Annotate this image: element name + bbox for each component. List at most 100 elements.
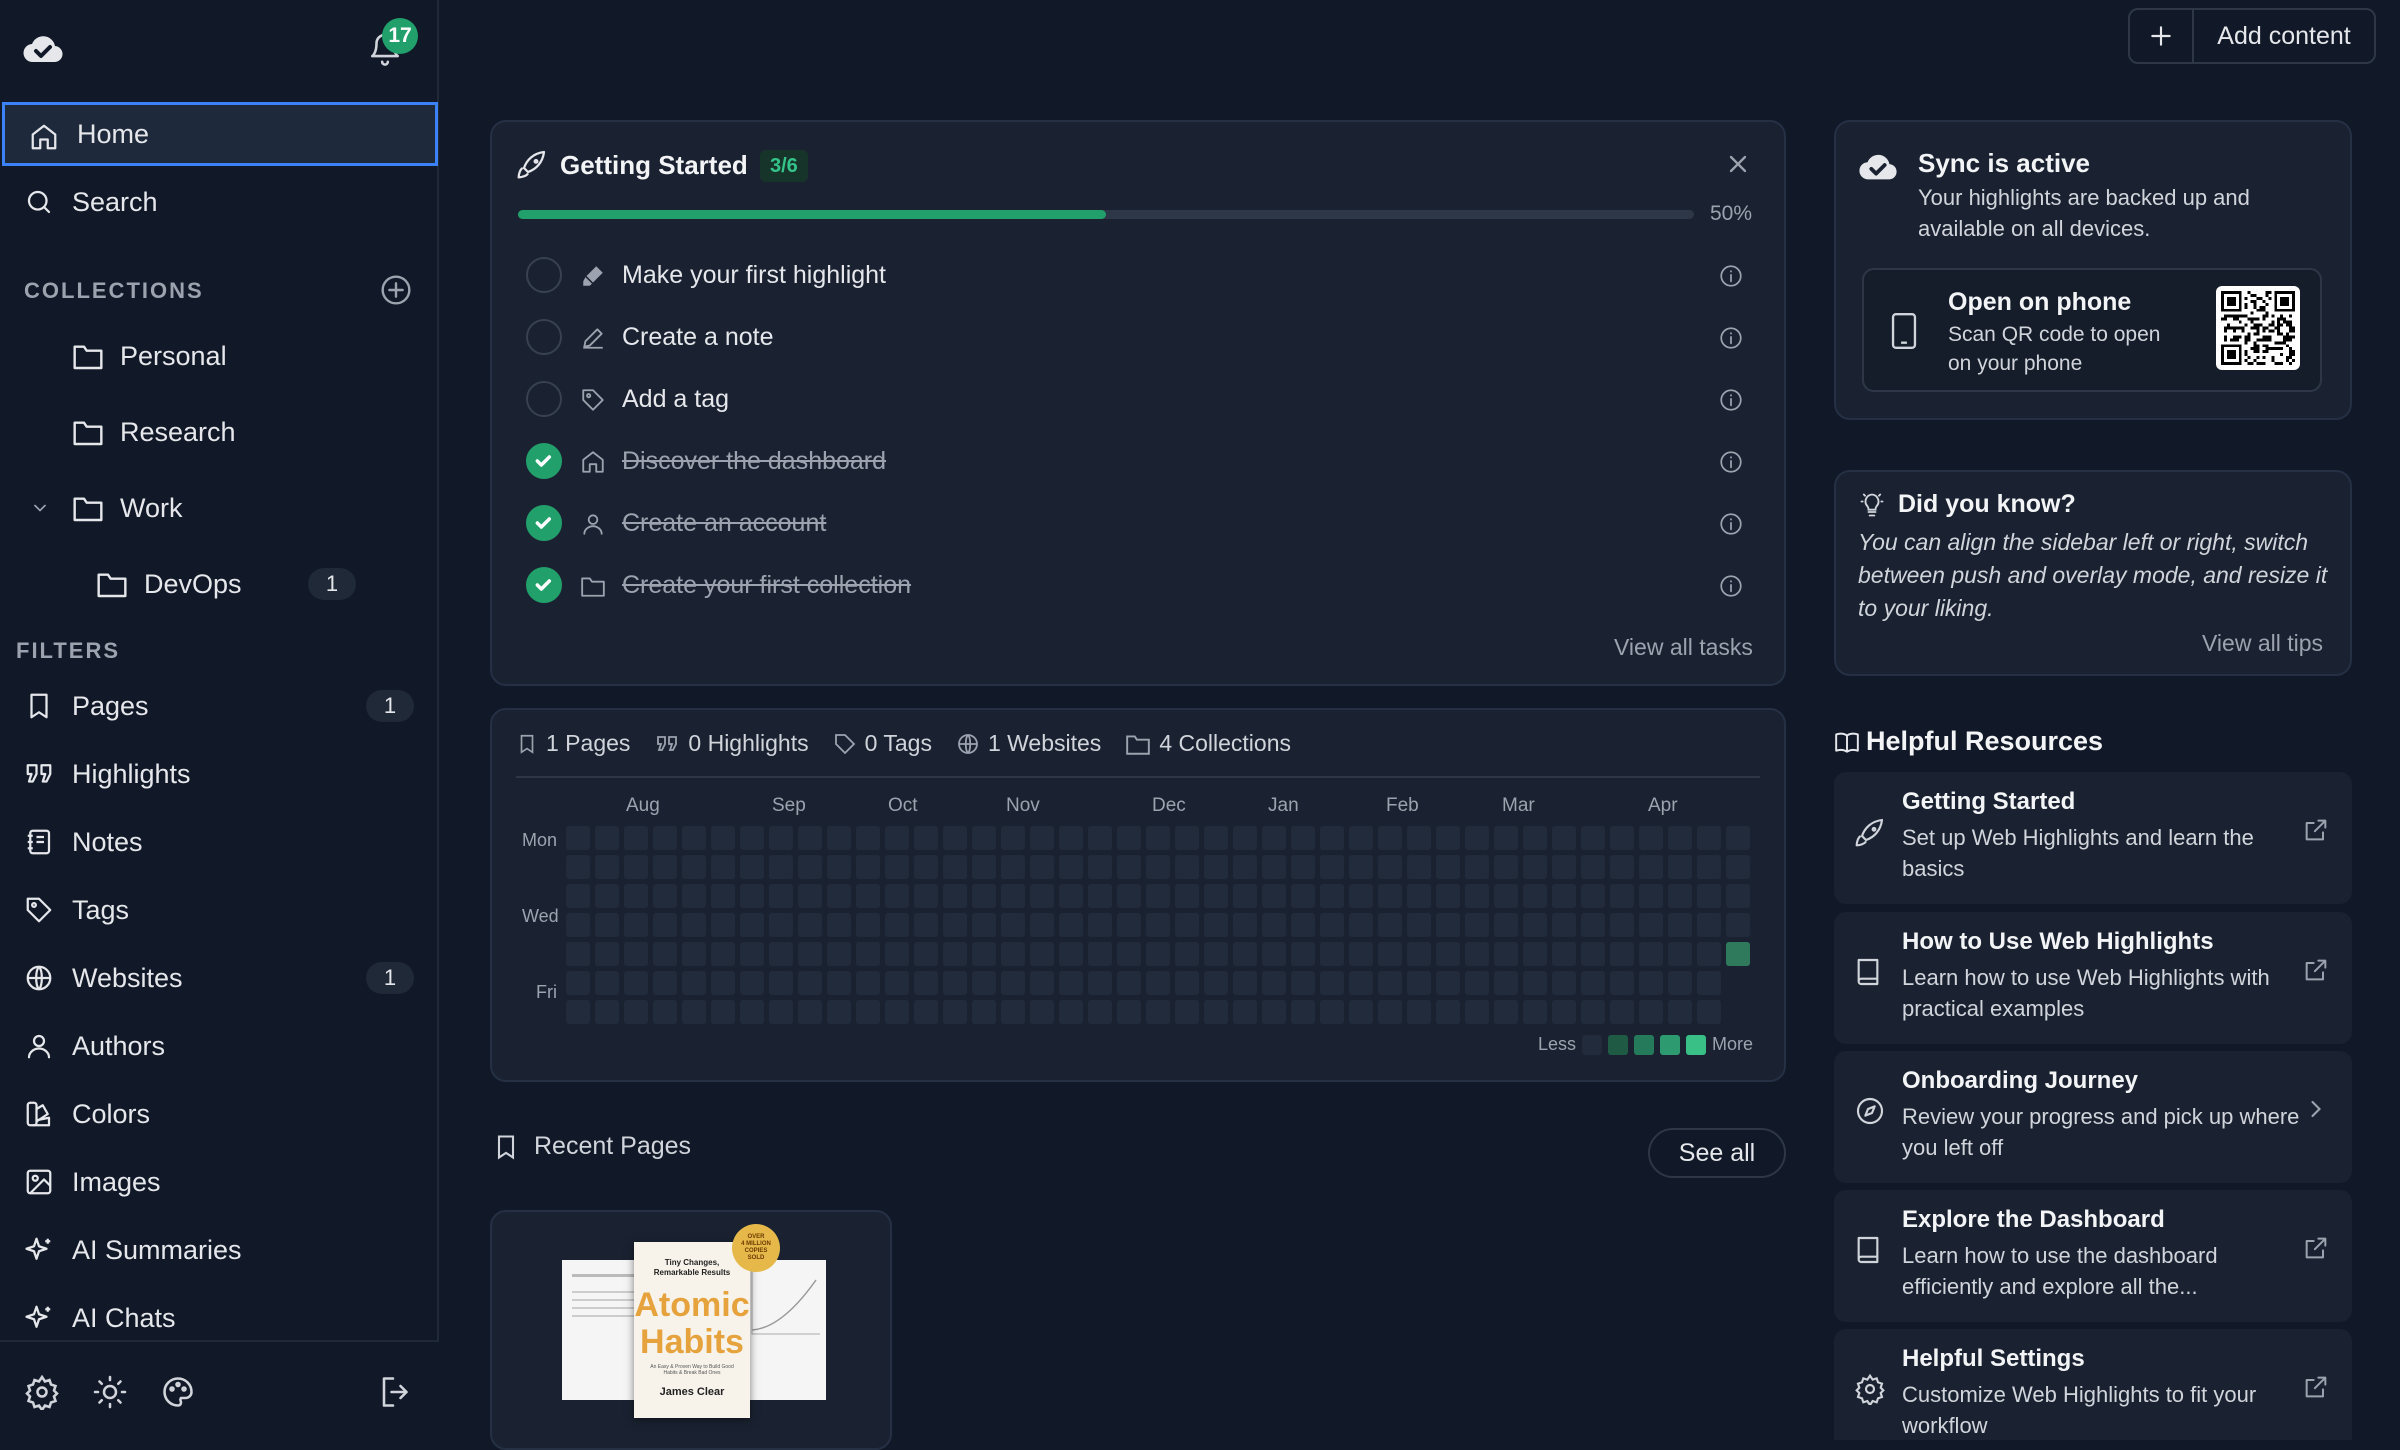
heatmap-cell[interactable]	[1262, 942, 1286, 966]
heatmap-cell[interactable]	[827, 971, 851, 995]
heatmap-cell[interactable]	[740, 971, 764, 995]
heatmap-cell[interactable]	[1146, 971, 1170, 995]
heatmap-cell[interactable]	[1233, 826, 1257, 850]
info-icon[interactable]	[1718, 387, 1744, 413]
heatmap-cell[interactable]	[1465, 1000, 1489, 1024]
stat-pages[interactable]: 1 Pages	[516, 730, 630, 757]
info-icon[interactable]	[1718, 449, 1744, 475]
heatmap-cell[interactable]	[798, 913, 822, 937]
heatmap-cell[interactable]	[1610, 1000, 1634, 1024]
heatmap-cell[interactable]	[1117, 971, 1141, 995]
heatmap-cell[interactable]	[1030, 826, 1054, 850]
collection-item-personal[interactable]: Personal	[72, 324, 227, 388]
heatmap-cell[interactable]	[595, 826, 619, 850]
heatmap-cell[interactable]	[1581, 971, 1605, 995]
heatmap-cell[interactable]	[624, 942, 648, 966]
heatmap-cell[interactable]	[1204, 971, 1228, 995]
open-on-phone-panel[interactable]: Open on phone Scan QR code to open on yo…	[1862, 268, 2322, 392]
heatmap-cell[interactable]	[1726, 855, 1750, 879]
heatmap-cell[interactable]	[595, 913, 619, 937]
heatmap-cell[interactable]	[1030, 942, 1054, 966]
heatmap-cell[interactable]	[1726, 884, 1750, 908]
heatmap-cell[interactable]	[827, 855, 851, 879]
sidebar-item-authors[interactable]: Authors	[0, 1014, 439, 1078]
heatmap-cell[interactable]	[798, 942, 822, 966]
info-icon[interactable]	[1718, 573, 1744, 599]
heatmap-cell[interactable]	[1639, 855, 1663, 879]
heatmap-cell[interactable]	[827, 1000, 851, 1024]
task-checkbox-checked[interactable]	[526, 505, 562, 541]
heatmap-cell[interactable]	[566, 913, 590, 937]
heatmap-cell[interactable]	[1697, 942, 1721, 966]
heatmap-cell[interactable]	[1117, 1000, 1141, 1024]
heatmap-cell[interactable]	[1349, 884, 1373, 908]
heatmap-cell[interactable]	[682, 913, 706, 937]
heatmap-cell[interactable]	[1378, 1000, 1402, 1024]
heatmap-cell[interactable]	[1552, 1000, 1576, 1024]
heatmap-cell[interactable]	[682, 942, 706, 966]
heatmap-cell[interactable]	[1233, 1000, 1257, 1024]
sidebar-item-images[interactable]: Images	[0, 1150, 439, 1214]
heatmap-cell[interactable]	[1668, 826, 1692, 850]
task-item[interactable]: Discover the dashboard	[526, 438, 1756, 484]
heatmap-cell[interactable]	[740, 884, 764, 908]
heatmap-cell[interactable]	[798, 855, 822, 879]
heatmap-cell[interactable]	[1204, 855, 1228, 879]
heatmap-cell[interactable]	[653, 1000, 677, 1024]
sidebar-item-home[interactable]: Home	[2, 102, 438, 166]
sidebar-item-pages[interactable]: Pages 1	[0, 674, 439, 738]
heatmap-cell[interactable]	[1175, 971, 1199, 995]
heatmap-cell[interactable]	[972, 942, 996, 966]
heatmap-cell[interactable]	[1146, 1000, 1170, 1024]
heatmap-cell[interactable]	[1668, 913, 1692, 937]
heatmap-cell[interactable]	[798, 1000, 822, 1024]
heatmap-cell[interactable]	[885, 855, 909, 879]
heatmap-cell[interactable]	[711, 1000, 735, 1024]
heatmap-cell[interactable]	[1639, 1000, 1663, 1024]
heatmap-cell[interactable]	[1001, 855, 1025, 879]
heatmap-cell[interactable]	[1204, 913, 1228, 937]
heatmap-cell[interactable]	[1436, 1000, 1460, 1024]
stat-tags[interactable]: 0 Tags	[833, 730, 932, 757]
heatmap-cell[interactable]	[1610, 826, 1634, 850]
heatmap-cell[interactable]	[856, 913, 880, 937]
heatmap-cell[interactable]	[1697, 971, 1721, 995]
heatmap-cell[interactable]	[1088, 884, 1112, 908]
sidebar-item-highlights[interactable]: Highlights	[0, 742, 439, 806]
heatmap-cell[interactable]	[624, 855, 648, 879]
heatmap-cell[interactable]	[1320, 855, 1344, 879]
heatmap-cell[interactable]	[914, 855, 938, 879]
heatmap-cell[interactable]	[856, 971, 880, 995]
settings-button[interactable]	[24, 1374, 60, 1410]
heatmap-cell[interactable]	[1262, 826, 1286, 850]
heatmap-cell[interactable]	[1639, 826, 1663, 850]
heatmap-cell[interactable]	[1117, 826, 1141, 850]
heatmap-cell[interactable]	[1523, 855, 1547, 879]
heatmap-cell[interactable]	[885, 971, 909, 995]
heatmap-cell[interactable]	[1668, 971, 1692, 995]
heatmap-cell[interactable]	[566, 942, 590, 966]
info-icon[interactable]	[1718, 263, 1744, 289]
heatmap-cell[interactable]	[769, 855, 793, 879]
heatmap-cell[interactable]	[1523, 942, 1547, 966]
task-item[interactable]: Add a tag	[526, 376, 1756, 422]
heatmap-cell[interactable]	[798, 884, 822, 908]
heatmap-cell[interactable]	[798, 826, 822, 850]
heatmap-cell[interactable]	[1175, 1000, 1199, 1024]
heatmap-cell[interactable]	[1639, 913, 1663, 937]
heatmap-cell[interactable]	[1001, 942, 1025, 966]
heatmap-cell[interactable]	[1465, 913, 1489, 937]
task-checkbox[interactable]	[526, 381, 562, 417]
heatmap-cell[interactable]	[856, 855, 880, 879]
heatmap-cell[interactable]	[972, 826, 996, 850]
heatmap-cell[interactable]	[943, 826, 967, 850]
heatmap-cell[interactable]	[1088, 971, 1112, 995]
heatmap-cell[interactable]	[1233, 884, 1257, 908]
logout-button[interactable]	[378, 1374, 414, 1410]
heatmap-cell[interactable]	[1233, 942, 1257, 966]
heatmap-cell[interactable]	[856, 1000, 880, 1024]
heatmap-cell[interactable]	[1117, 855, 1141, 879]
heatmap-cell[interactable]	[943, 884, 967, 908]
collapse-work-toggle[interactable]	[30, 498, 50, 518]
heatmap-cell[interactable]	[1378, 913, 1402, 937]
